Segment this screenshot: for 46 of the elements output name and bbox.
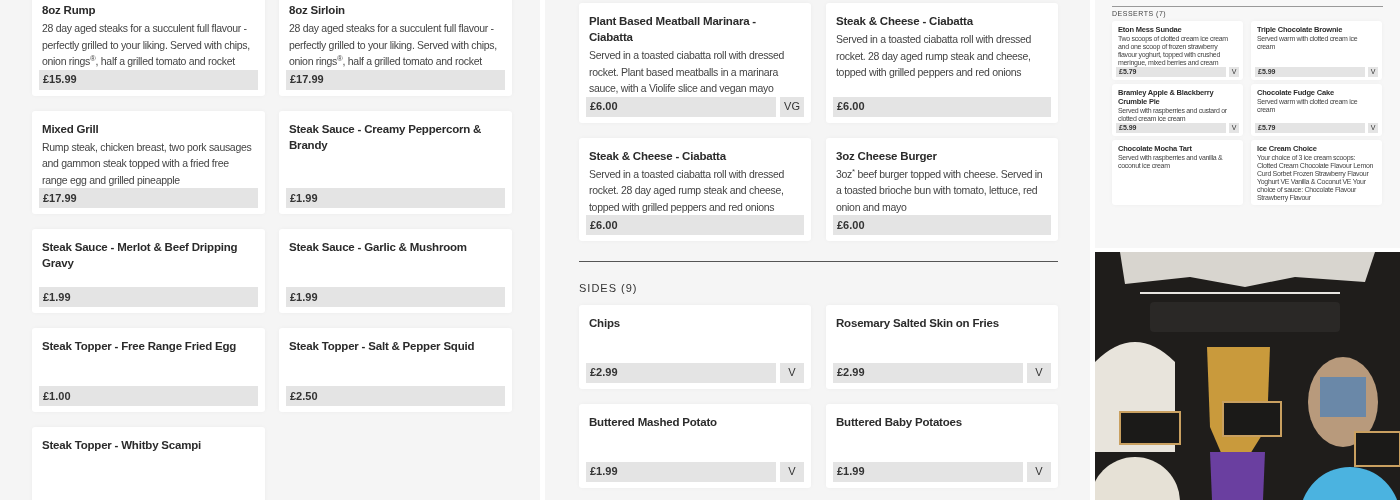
price-bar: £15.99 xyxy=(39,69,258,90)
price-bar: £17.99 xyxy=(39,188,258,208)
item-name: Plant Based Meatball Marinara - Ciabatta xyxy=(588,14,757,45)
item-name: Steak & Cheese - Ciabatta xyxy=(588,148,728,164)
diet-tag: V xyxy=(780,362,804,383)
price-bar: £1.99 xyxy=(286,287,505,307)
item-name: Steak Sauce - Merlot & Beef Dripping Gravy xyxy=(41,240,239,271)
diet-tag: V xyxy=(1027,362,1051,383)
diet-tag: V xyxy=(780,461,804,482)
price-bar: £6.00 xyxy=(586,96,776,117)
item-name: Steak Sauce - Creamy Peppercorn & Brandy xyxy=(288,121,483,153)
item-name: Rosemary Salted Skin on Fries xyxy=(835,315,1000,331)
diet-tag: VG xyxy=(780,96,804,117)
item-description: 3oz$^{*}$ beef burger topped with cheese. Served in a toasted brioche bun with tomato, lettuce, red onion and mayo xyxy=(835,165,1044,215)
item-name: Chips xyxy=(588,315,621,331)
item-name: Steak Sauce - Garlic & Mushroom xyxy=(288,240,468,255)
item-description: Served in a toasted ciabatta roll with dressed rocket. 28 day aged rump steak and cheese, topped with grilled peppers and red onions xyxy=(588,166,786,215)
item-name: Buttered Baby Potatoes xyxy=(835,414,963,430)
item-name: Steak Topper - Salt & Pepper Squid xyxy=(288,339,476,354)
item-description: 28 day aged steaks for a succulent full flavour - perfectly grilled to your liking. Served with chips, onion rings$^{®}$, half a grilled tomato and rocket xyxy=(288,21,498,69)
item-name: Mixed Grill xyxy=(41,121,100,137)
price-bar: £17.99 xyxy=(286,69,505,90)
item-name: Steak & Cheese - Ciabatta xyxy=(835,14,975,29)
section-heading: SIDES (9) xyxy=(579,281,639,296)
item-description: Served in a toasted ciabatta roll with dressed rocket. 28 day aged rump steak and cheese, topped with grilled peppers and red onions xyxy=(835,32,1033,80)
price-bar: £2.99 xyxy=(833,362,1023,383)
price-bar: £1.99 xyxy=(833,461,1023,482)
price-bar: £2.50 xyxy=(286,386,505,406)
item-name: Steak Topper - Free Range Fried Egg xyxy=(41,339,238,354)
price-bar: £1.00 xyxy=(39,386,258,406)
diet-tag: V xyxy=(1027,461,1051,482)
price-bar: £1.99 xyxy=(586,461,776,482)
item-description: 28 day aged steaks for a succulent full flavour - perfectly grilled to your liking. Served with chips, onion rings$^{®}$, half a grilled tomato and rocket xyxy=(41,21,251,69)
item-name: Buttered Mashed Potato xyxy=(588,414,718,430)
item-name: 8oz Sirloin xyxy=(288,3,346,18)
price-bar: £6.00 xyxy=(833,215,1051,235)
price-bar: £1.99 xyxy=(39,287,258,307)
price-bar: £6.00 xyxy=(586,215,804,235)
item-description: Rump steak, chicken breast, two pork sausages and gammon steak topped with a fried free range egg and grilled pineapple xyxy=(41,139,253,188)
item-name: 3oz Cheese Burger xyxy=(835,148,938,164)
item-description: Served in a toasted ciabatta roll with dressed rocket. Plant based meatballs in a marinara sauce, with a Violife slice and vegan mayo xyxy=(588,48,786,96)
price-bar: £1.99 xyxy=(286,188,505,208)
item-name: Steak Topper - Whitby Scampi xyxy=(41,438,203,453)
item-name: 8oz Rump xyxy=(41,3,97,18)
price-bar: £6.00 xyxy=(833,96,1051,117)
price-bar: £2.99 xyxy=(586,362,776,383)
